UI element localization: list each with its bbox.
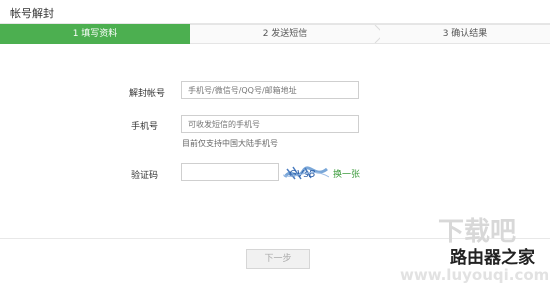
captcha-input[interactable] xyxy=(181,163,279,181)
step-fill-info-label: 1 填写资料 xyxy=(72,29,118,39)
captcha-image[interactable]: GVsB xyxy=(283,163,329,183)
window-title: 帐号解封 xyxy=(10,7,54,20)
refresh-captcha-link[interactable]: 换一张 xyxy=(333,167,360,180)
step-confirm-result: 3 确认结果 xyxy=(380,24,550,44)
watermark-line1: 下载吧 xyxy=(438,217,516,247)
watermark-url: www.luyouqi.com xyxy=(400,266,548,284)
step-send-sms: 2 发送短信 xyxy=(190,24,385,44)
captcha-label: 验证码 xyxy=(130,171,158,181)
next-step-button[interactable]: 下一步 xyxy=(246,249,310,269)
phone-hint: 目前仅支持中国大陆手机号 xyxy=(182,139,278,148)
captcha-text: GVsB xyxy=(289,169,316,180)
step-progress: 1 填写资料 2 发送短信 3 确认结果 xyxy=(0,24,550,44)
title-bar: 帐号解封 xyxy=(0,0,550,24)
account-label: 解封帐号 xyxy=(128,89,165,99)
site-watermark: 下载吧 路由器之家 www.luyouqi.com xyxy=(400,217,548,284)
unblock-account-page: 帐号解封 1 填写资料 2 发送短信 3 确认结果 解封帐号 手机号 目前仅支持… xyxy=(0,0,550,286)
phone-input[interactable] xyxy=(181,115,359,133)
step-fill-info: 1 填写资料 xyxy=(0,24,200,44)
phone-label: 手机号 xyxy=(130,122,158,132)
step-send-sms-label: 2 发送短信 xyxy=(262,29,308,39)
account-input[interactable] xyxy=(181,81,359,99)
watermark-line2: 路由器之家 xyxy=(450,247,535,268)
step-confirm-result-label: 3 确认结果 xyxy=(442,29,488,39)
